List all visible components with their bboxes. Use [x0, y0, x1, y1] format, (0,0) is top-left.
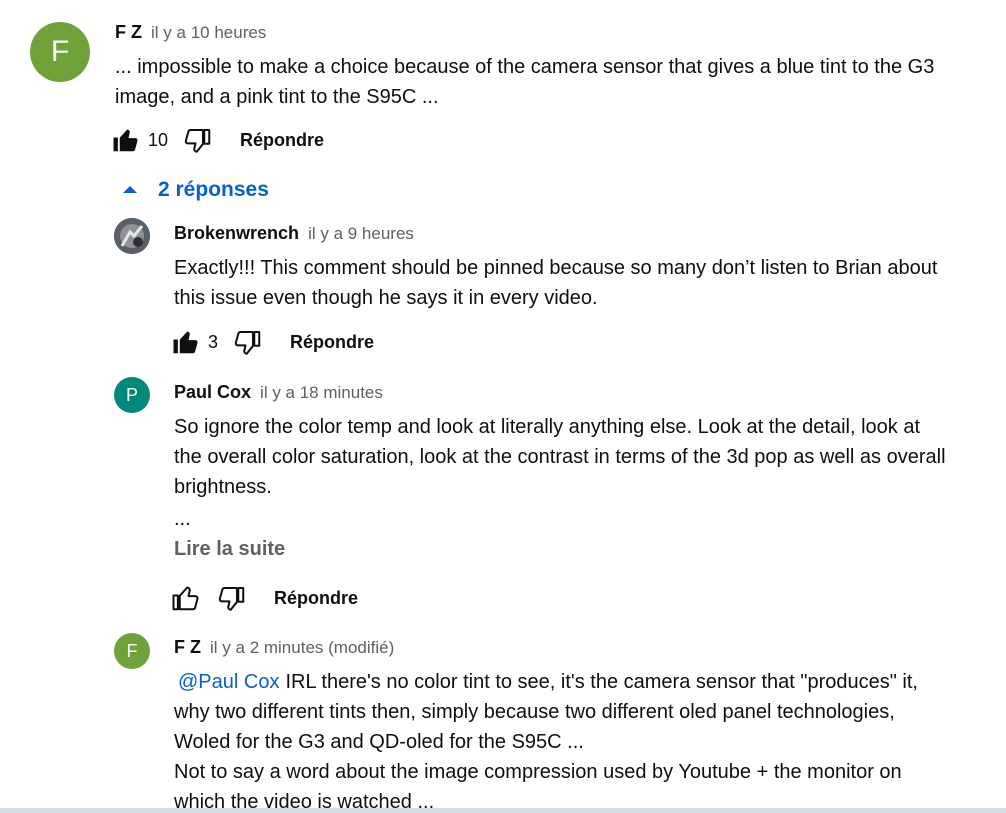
dislike-button[interactable] [216, 582, 248, 614]
reply-text-line: brightness. [174, 476, 272, 498]
like-button[interactable] [110, 124, 142, 156]
avatar-letter: F [50, 35, 70, 68]
thumbs-up-outline-icon [172, 586, 199, 611]
like-button[interactable] [170, 582, 202, 614]
comment-text-line: ... impossible to make a choice because … [115, 56, 935, 78]
dislike-button[interactable] [182, 124, 214, 156]
reply-actions: 3 Répondre [170, 324, 374, 360]
horizontal-scrollbar[interactable] [0, 808, 1006, 813]
reply-text-line: Woled for the G3 and QD-oled for the S95… [174, 731, 584, 753]
avatar-letter: P [125, 384, 138, 405]
reply-text: So ignore the color temp and look at lit… [174, 412, 999, 502]
avatar[interactable] [114, 218, 150, 254]
like-count: 3 [208, 331, 219, 352]
reply-text-line: why two different tints then, simply bec… [174, 701, 895, 723]
comment-author[interactable]: F Z [115, 22, 142, 42]
replies-toggle-label: 2 réponses [158, 178, 269, 201]
caret-up-icon [123, 186, 137, 193]
reply-author[interactable]: Brokenwrench [174, 223, 299, 243]
comment-time[interactable]: il y a 10 heures [151, 23, 266, 42]
replies-toggle[interactable]: 2 réponses [118, 178, 269, 202]
reply-text-line: So ignore the color temp and look at lit… [174, 416, 921, 438]
read-more-link[interactable]: Lire la suite [174, 538, 285, 561]
avatar-letter: F [126, 640, 138, 661]
comment-text-line: image, and a pink tint to the S95C ... [115, 86, 439, 108]
reply-button[interactable]: Répondre [290, 332, 374, 353]
reply-text: @Paul Cox IRL there's no color tint to se… [174, 667, 999, 813]
reply-time[interactable]: il y a 2 minutes (modifié) [210, 638, 394, 657]
comment-text: ... impossible to make a choice because … [115, 52, 995, 112]
reply-time[interactable]: il y a 18 minutes [260, 383, 383, 402]
reply-time[interactable]: il y a 9 heures [308, 224, 414, 243]
comments-section: F F Z il y a 10 heures ... impossible to… [0, 0, 1006, 813]
reply-text-line: Not to say a word about the image compre… [174, 761, 902, 783]
avatar-photo-icon [114, 218, 150, 254]
mention-link[interactable]: @Paul Cox [178, 671, 279, 693]
thumbs-down-outline-icon [184, 129, 211, 153]
reply-text-line: Exactly!!! This comment should be pinned… [174, 257, 938, 279]
reply-text-segment: IRL there's no color tint to see, it's t… [285, 671, 918, 693]
reply-button[interactable]: Répondre [240, 130, 324, 151]
like-button[interactable] [170, 326, 202, 358]
avatar[interactable]: P [114, 377, 150, 413]
reply-header: F Z il y a 2 minutes (modifié) [174, 635, 394, 660]
comment-header: F Z il y a 10 heures [115, 20, 266, 45]
reply-author[interactable]: Paul Cox [174, 382, 251, 402]
reply-header: Paul Cox il y a 18 minutes [174, 380, 383, 405]
truncation-ellipsis: ... [174, 508, 191, 530]
reply-text-line: this issue even though he says it in eve… [174, 287, 598, 309]
reply-header: Brokenwrench il y a 9 heures [174, 221, 414, 246]
avatar[interactable]: F [30, 22, 90, 82]
reply-text-line: @Paul Cox IRL there's no color tint to se… [174, 667, 999, 697]
reply-button[interactable]: Répondre [274, 588, 358, 609]
avatar[interactable]: F [114, 633, 150, 669]
reply-text-line: the overall color saturation, look at th… [174, 446, 946, 468]
dislike-button[interactable] [232, 326, 264, 358]
thumbs-up-filled-icon [173, 331, 198, 354]
comment-actions: 10 Répondre [110, 122, 324, 158]
reply-author[interactable]: F Z [174, 637, 201, 657]
thumbs-up-filled-icon [113, 129, 138, 152]
reply-text: Exactly!!! This comment should be pinned… [174, 253, 994, 313]
reply-actions: Répondre [170, 580, 358, 616]
thumbs-down-outline-icon [234, 331, 261, 355]
thumbs-down-outline-icon [218, 587, 245, 611]
like-count: 10 [148, 129, 169, 150]
